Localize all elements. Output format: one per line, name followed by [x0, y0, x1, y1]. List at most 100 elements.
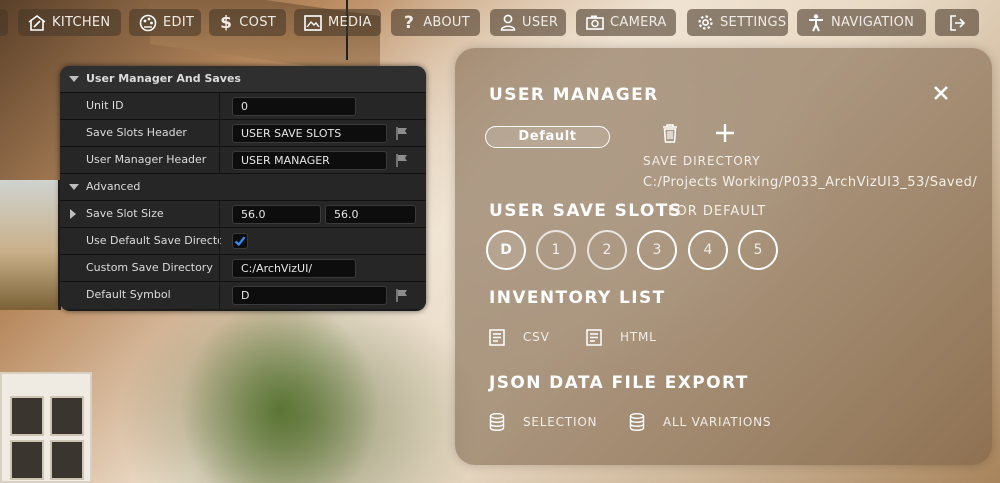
save-directory-label: SAVE DIRECTORY	[643, 154, 761, 168]
collapse-arrow-icon[interactable]	[69, 76, 79, 82]
plus-icon	[716, 124, 734, 142]
nav-settings-button[interactable]: SETTINGS	[687, 9, 788, 36]
nav-camera-label: CAMERA	[610, 15, 667, 30]
expand-arrow-icon[interactable]	[70, 209, 76, 219]
nav-about-button[interactable]: ? ABOUT	[391, 9, 480, 36]
property-default-symbol: Default Symbol D	[60, 282, 426, 309]
category-label: User Manager And Saves	[86, 72, 241, 85]
all-variations-label: ALL VARIATIONS	[663, 415, 772, 429]
close-button[interactable]	[932, 84, 950, 102]
collapse-arrow-icon[interactable]	[69, 184, 79, 190]
localize-flag-icon[interactable]	[396, 127, 408, 140]
delete-profile-button[interactable]	[661, 123, 683, 145]
localize-flag-icon[interactable]	[396, 154, 408, 167]
property-label: Save Slot Size	[86, 207, 164, 220]
user-save-slots-title: USER SAVE SLOTS	[489, 201, 683, 221]
property-save-slot-size: Save Slot Size 56.0 56.0	[60, 201, 426, 228]
property-label: Save Slots Header	[86, 126, 187, 139]
background-cabinet	[0, 372, 92, 483]
background-painting	[0, 180, 61, 310]
json-export-title: JSON DATA FILE EXPORT	[489, 373, 749, 393]
trash-icon	[663, 124, 677, 143]
palette-icon	[139, 14, 157, 32]
localize-flag-icon[interactable]	[396, 289, 408, 302]
nav-settings-label: SETTINGS	[720, 15, 787, 30]
nav-cost-button[interactable]: $ COST	[209, 9, 286, 36]
user-manager-header-input[interactable]: USER MANAGER	[232, 151, 387, 170]
user-manager-title: USER MANAGER	[489, 85, 659, 105]
save-slot-size-y-input[interactable]: 56.0	[325, 205, 416, 224]
user-manager-properties-panel: User Manager And Saves Unit ID 0 Save Sl…	[60, 66, 426, 311]
save-slots-for-label: FOR DEFAULT	[668, 204, 767, 219]
category-user-manager-and-saves[interactable]: User Manager And Saves	[60, 66, 426, 93]
question-icon: ?	[404, 12, 415, 33]
inventory-list-title: INVENTORY LIST	[489, 288, 666, 308]
default-symbol-input[interactable]: D	[232, 286, 387, 305]
nav-cost-label: COST	[239, 15, 276, 30]
database-icon	[489, 413, 505, 431]
nav-about-label: ABOUT	[423, 15, 470, 30]
document-icon	[586, 328, 602, 346]
save-slot-2[interactable]: 2	[587, 230, 627, 270]
property-user-manager-header: User Manager Header USER MANAGER	[60, 147, 426, 174]
property-use-default-save-directory: Use Default Save Directo...	[60, 228, 426, 255]
nav-navigation-button[interactable]: NAVIGATION	[797, 9, 926, 36]
nav-media-label: MEDIA	[328, 15, 372, 30]
nav-user-label: USER	[522, 15, 559, 30]
logout-icon	[948, 14, 966, 32]
property-custom-save-directory: Custom Save Directory C:/ArchVizUI/	[60, 255, 426, 282]
property-label: User Manager Header	[86, 153, 207, 166]
add-profile-button[interactable]	[715, 123, 737, 145]
property-label: Default Symbol	[86, 288, 171, 301]
nav-camera-button[interactable]: CAMERA	[576, 9, 676, 36]
csv-label: CSV	[523, 330, 550, 344]
user-icon	[500, 14, 516, 32]
person-icon	[807, 13, 825, 32]
image-icon	[304, 14, 322, 32]
kitchen-icon	[28, 14, 46, 32]
close-icon	[934, 86, 948, 100]
export-html-button[interactable]: HTML	[586, 327, 657, 347]
save-directory-path: C:/Projects Working/P033_ArchVizUI3_53/S…	[643, 175, 978, 190]
nav-user-button[interactable]: USER	[490, 9, 566, 36]
unit-id-input[interactable]: 0	[232, 97, 356, 116]
nav-kitchen-label: KITCHEN	[52, 15, 111, 30]
export-all-variations-button[interactable]: ALL VARIATIONS	[629, 412, 771, 432]
selection-label: SELECTION	[523, 415, 598, 429]
property-label: Custom Save Directory	[86, 261, 213, 274]
database-icon	[629, 413, 645, 431]
gear-icon	[697, 14, 714, 32]
category-label: Advanced	[86, 180, 141, 193]
nav-edit-label: EDIT	[163, 15, 195, 30]
nav-kitchen-button[interactable]: KITCHEN	[18, 9, 121, 36]
property-label: Use Default Save Directo...	[86, 234, 221, 247]
save-slot-size-x-input[interactable]: 56.0	[232, 205, 321, 224]
save-slot-5[interactable]: 5	[738, 230, 778, 270]
export-csv-button[interactable]: CSV	[489, 327, 550, 347]
nav-logout-button[interactable]	[935, 9, 979, 36]
profile-dropdown[interactable]: Default	[485, 126, 610, 148]
nav-partial-button[interactable]	[0, 9, 8, 36]
category-advanced[interactable]: Advanced	[60, 174, 426, 201]
nav-media-button[interactable]: MEDIA	[294, 9, 381, 36]
property-label: Unit ID	[86, 99, 124, 112]
dollar-icon: $	[220, 12, 233, 33]
custom-save-directory-input[interactable]: C:/ArchVizUI/	[232, 259, 356, 278]
save-slot-3[interactable]: 3	[637, 230, 677, 270]
html-label: HTML	[620, 330, 657, 344]
save-slot-default[interactable]: D	[486, 230, 526, 270]
save-slot-4[interactable]: 4	[688, 230, 728, 270]
save-slots-header-input[interactable]: USER SAVE SLOTS	[232, 124, 387, 143]
camera-icon	[586, 14, 604, 32]
save-slot-1[interactable]: 1	[536, 230, 576, 270]
nav-navigation-label: NAVIGATION	[831, 15, 915, 30]
top-navigation: KITCHEN EDIT $ COST MEDIA ? ABOUT USER C…	[0, 9, 1000, 36]
nav-edit-button[interactable]: EDIT	[129, 9, 201, 36]
export-selection-button[interactable]: SELECTION	[489, 412, 597, 432]
background-plant	[180, 300, 380, 483]
use-default-save-directory-checkbox[interactable]	[232, 233, 248, 249]
property-unit-id: Unit ID 0	[60, 93, 426, 120]
property-save-slots-header: Save Slots Header USER SAVE SLOTS	[60, 120, 426, 147]
document-icon	[489, 328, 505, 346]
user-manager-panel: USER MANAGER Default SAVE DIRECTORY C:/P…	[455, 48, 992, 465]
